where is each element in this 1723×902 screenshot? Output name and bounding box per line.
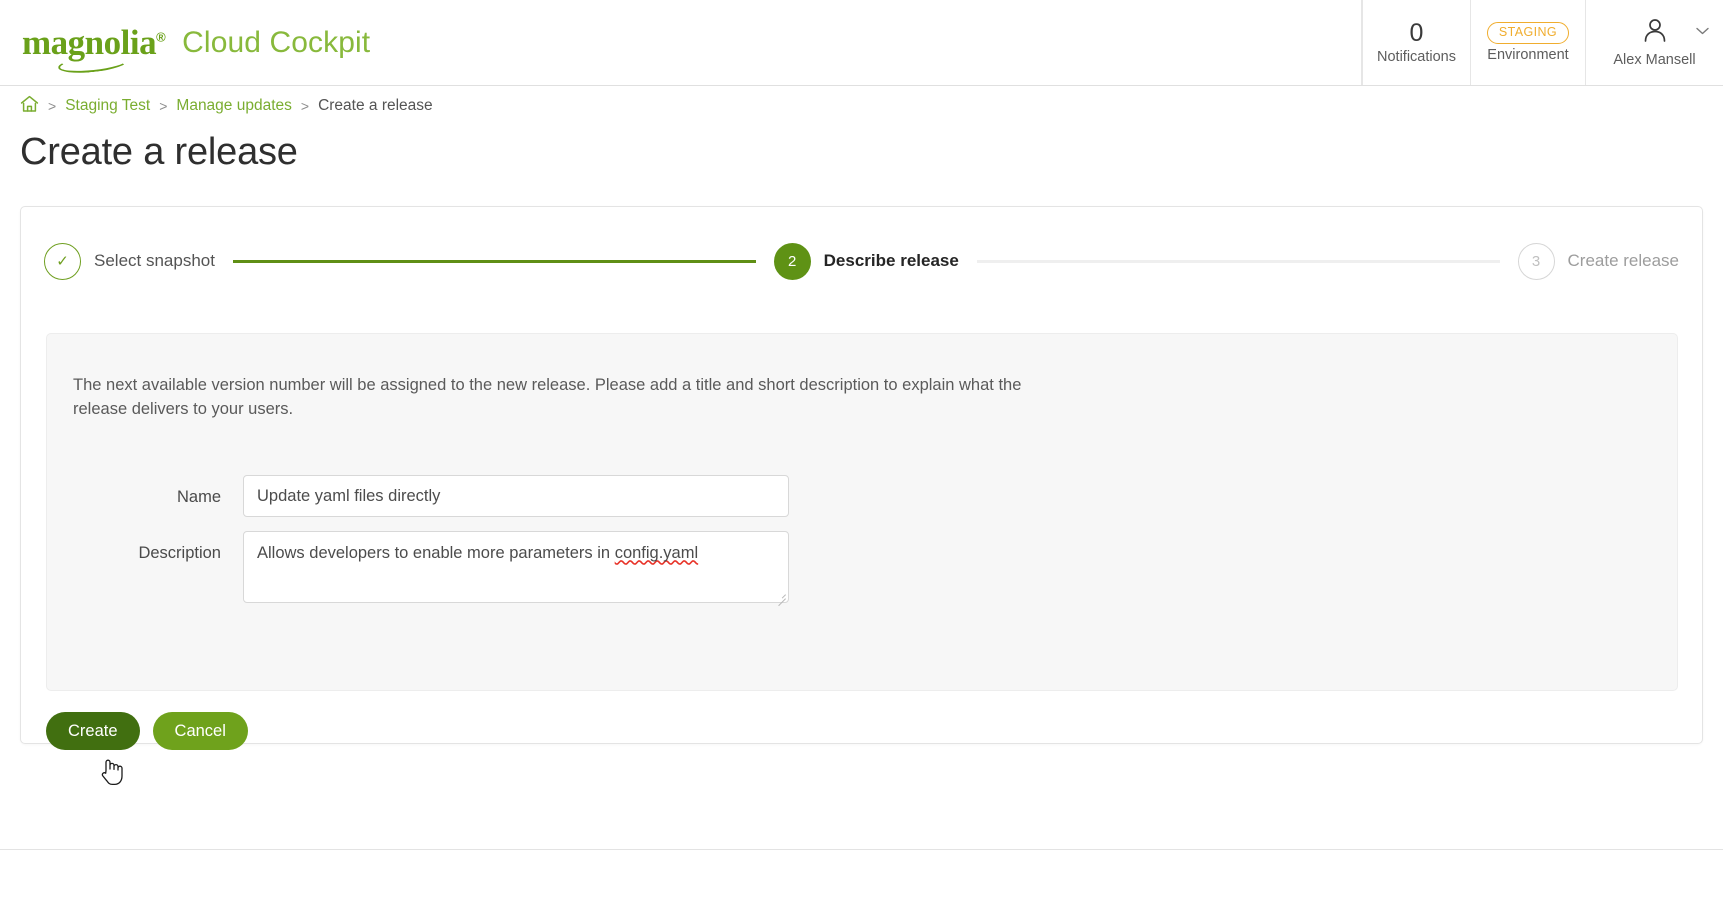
form-row-name: Name bbox=[47, 475, 1677, 518]
breadcrumb-item-manage-updates[interactable]: Manage updates bbox=[176, 97, 291, 115]
mouse-cursor-pointer-icon bbox=[100, 757, 126, 792]
form-actions: Create Cancel bbox=[46, 712, 248, 750]
breadcrumb-separator-2: > bbox=[159, 97, 168, 114]
registered-mark-icon: ® bbox=[156, 29, 166, 45]
status-badge: STAGING bbox=[1486, 22, 1570, 44]
release-form: Name Description Allows developers to en… bbox=[47, 475, 1677, 604]
stepper: ✓ Select snapshot 2 Describe release 3 C… bbox=[21, 207, 1702, 315]
step-connector-2 bbox=[976, 259, 1500, 263]
breadcrumb-item-staging-test[interactable]: Staging Test bbox=[65, 97, 150, 115]
step-1-marker-icon: ✓ bbox=[44, 242, 81, 280]
step-1-label: Select snapshot bbox=[94, 251, 215, 270]
logo-wordmark: magnolia® bbox=[22, 25, 166, 60]
app-title: Cloud Cockpit bbox=[182, 25, 371, 59]
breadcrumb-separator-3: > bbox=[300, 97, 310, 114]
create-release-card: ✓ Select snapshot 2 Describe release 3 C… bbox=[20, 206, 1703, 750]
name-input[interactable] bbox=[243, 475, 789, 518]
step-connector-1 bbox=[232, 259, 756, 263]
notifications-label: Notifications bbox=[1377, 48, 1456, 65]
cancel-button[interactable]: Cancel bbox=[152, 712, 248, 750]
step-describe-release[interactable]: 2 Describe release bbox=[773, 242, 959, 280]
step-2-label: Describe release bbox=[823, 251, 959, 270]
step-select-snapshot[interactable]: ✓ Select snapshot bbox=[44, 242, 215, 280]
app-page: magnolia® Cloud Cockpit 0 Notifications … bbox=[0, 0, 1723, 850]
screen: magnolia® Cloud Cockpit 0 Notifications … bbox=[0, 0, 1723, 902]
notifications-button[interactable]: 0 Notifications bbox=[1362, 0, 1470, 85]
environment-label: Environment bbox=[1487, 46, 1569, 63]
magnolia-logo[interactable]: magnolia® bbox=[22, 25, 166, 76]
step-3-marker-icon: 3 bbox=[1517, 242, 1555, 280]
describe-release-panel: The next available version number will b… bbox=[46, 333, 1678, 691]
description-input[interactable]: Allows developers to enable more paramet… bbox=[243, 531, 789, 604]
create-button[interactable]: Create bbox=[46, 712, 140, 750]
step-create-release: 3 Create release bbox=[1517, 242, 1680, 280]
breadcrumb: > Staging Test > Manage updates > Create… bbox=[0, 86, 1723, 125]
step-2-marker-icon: 2 bbox=[773, 242, 811, 280]
notifications-count: 0 bbox=[1409, 18, 1424, 47]
page-title: Create a release bbox=[20, 131, 298, 173]
panel-intro-text: The next available version number will b… bbox=[73, 375, 1022, 418]
brand-area[interactable]: magnolia® Cloud Cockpit bbox=[0, 0, 1362, 85]
description-field-label: Description bbox=[138, 544, 221, 563]
description-text-plain: Allows developers to enable more paramet… bbox=[257, 544, 615, 563]
breadcrumb-separator-1: > bbox=[48, 97, 57, 114]
name-field-label: Name bbox=[176, 488, 221, 507]
chevron-down-icon[interactable] bbox=[1696, 22, 1709, 40]
home-icon[interactable] bbox=[20, 95, 39, 118]
step-3-label: Create release bbox=[1567, 251, 1680, 270]
app-header: magnolia® Cloud Cockpit 0 Notifications … bbox=[0, 0, 1723, 86]
breadcrumb-item-create-a-release: Create a release bbox=[318, 96, 433, 114]
form-row-description: Description Allows developers to enable … bbox=[47, 531, 1677, 604]
user-name: Alex Mansell bbox=[1613, 52, 1696, 68]
description-input-wrap: Allows developers to enable more paramet… bbox=[243, 531, 789, 604]
description-text-misspelled: config.yaml bbox=[614, 544, 699, 563]
user-menu-button[interactable]: Alex Mansell bbox=[1585, 0, 1723, 85]
user-avatar-icon bbox=[1642, 17, 1668, 49]
environment-indicator[interactable]: STAGING Environment bbox=[1470, 0, 1585, 85]
